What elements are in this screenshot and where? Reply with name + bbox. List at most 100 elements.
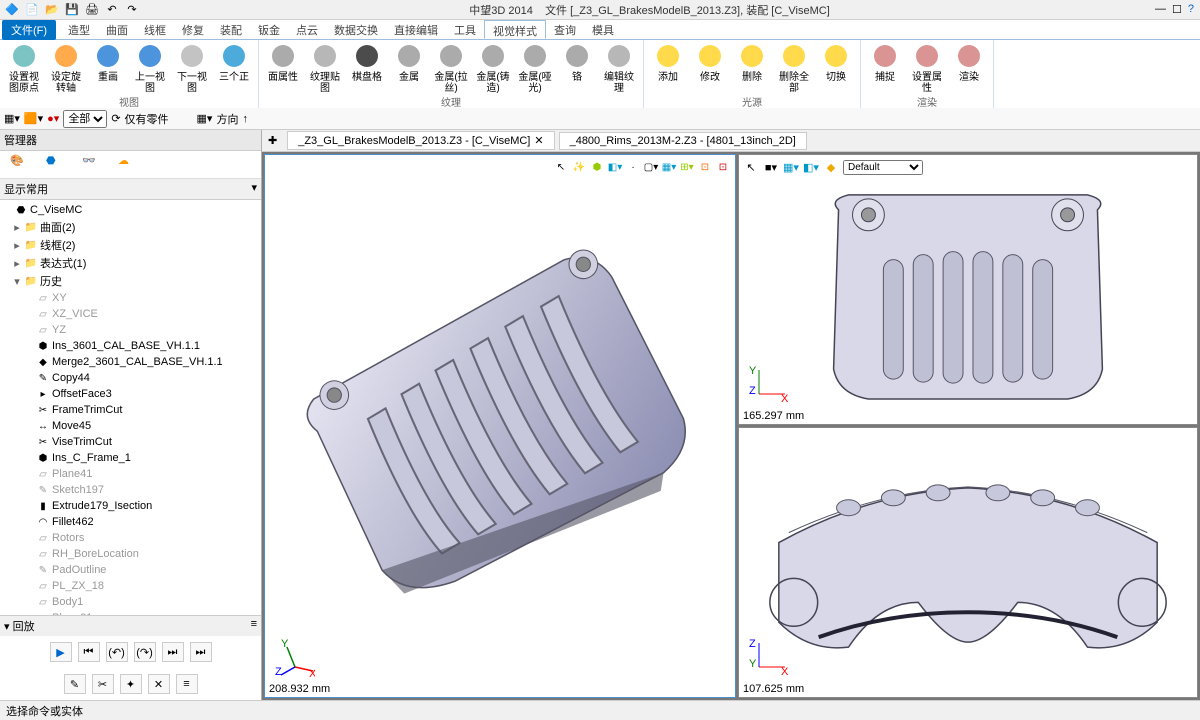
redo-icon[interactable]: ↷ [124, 2, 140, 18]
maximize-icon[interactable]: ☐ [1172, 3, 1182, 16]
ribbon-金属(哑光)[interactable]: 金属(哑光) [517, 42, 553, 94]
ribbon-金属[interactable]: 金属 [391, 42, 427, 83]
tab-12[interactable]: 模具 [584, 20, 622, 39]
tool2-button[interactable]: ✂ [92, 674, 114, 694]
tab-5[interactable]: 钣金 [250, 20, 288, 39]
vt2-plane-icon[interactable]: ◧▾ [803, 159, 819, 175]
vt-grid-icon[interactable]: ⊞▾ [679, 159, 695, 175]
print-icon[interactable]: 🖨 [84, 2, 100, 18]
refresh-icon[interactable]: ⟳ [111, 112, 120, 125]
new-tab-button[interactable]: ✚ [262, 134, 283, 147]
grid-icon[interactable]: ▦▾ [197, 112, 213, 125]
tree-node[interactable]: ▱Plane41 [0, 466, 261, 482]
tree-node[interactable]: ⬢Ins_3601_CAL_BASE_VH.1.1 [0, 338, 261, 354]
tab-2[interactable]: 线框 [136, 20, 174, 39]
ribbon-金属(拉丝)[interactable]: 金属(拉丝) [433, 42, 469, 94]
tree-node[interactable]: ▱Body1 [0, 594, 261, 610]
glasses-icon[interactable]: 👓 [82, 154, 104, 176]
point-icon[interactable]: ●▾ [47, 112, 59, 125]
tree-node[interactable]: ▸📁表达式(1) [0, 254, 261, 272]
ribbon-渲染[interactable]: 渲染 [951, 42, 987, 83]
ribbon-下一视图[interactable]: 下一视图 [174, 42, 210, 94]
layer-select[interactable]: Default [843, 160, 923, 175]
cloud-icon[interactable]: ☁ [118, 154, 140, 176]
ribbon-切换[interactable]: 切换 [818, 42, 854, 83]
ribbon-金属(铸造)[interactable]: 金属(铸造) [475, 42, 511, 94]
ribbon-设置视图原点[interactable]: 设置视图原点 [6, 42, 42, 94]
ribbon-捕捉[interactable]: 捕捉 [867, 42, 903, 83]
tree-node[interactable]: ◆Merge2_3601_CAL_BASE_VH.1.1 [0, 354, 261, 370]
tab-8[interactable]: 直接编辑 [386, 20, 446, 39]
top-right-viewport[interactable]: ↖ ■▾ ▦▾ ◧▾ ◆ Default [738, 154, 1198, 425]
play-button[interactable]: ▶ [50, 642, 72, 662]
tab-4[interactable]: 装配 [212, 20, 250, 39]
ribbon-三个正[interactable]: 三个正 [216, 42, 252, 83]
tree-node[interactable]: ▸📁曲面(2) [0, 218, 261, 236]
tree-node[interactable]: ▸OffsetFace3 [0, 386, 261, 402]
vt-cube-icon[interactable]: ⬢ [589, 159, 605, 175]
dropdown-icon[interactable]: ▾ [251, 181, 257, 197]
ribbon-上一视图[interactable]: 上一视图 [132, 42, 168, 94]
vt-section-icon[interactable]: ⊡ [697, 159, 713, 175]
tab-7[interactable]: 数据交换 [326, 20, 386, 39]
vt2-blue-icon[interactable]: ▦▾ [783, 159, 799, 175]
save-icon[interactable]: 💾 [64, 2, 80, 18]
display-filter[interactable]: 显示常用▾ [0, 179, 261, 200]
tree-node[interactable]: ▮Extrude179_Isection [0, 498, 261, 514]
tree-node[interactable]: ✎PadOutline [0, 562, 261, 578]
tree-node[interactable]: ▸📁线框(2) [0, 236, 261, 254]
tree-node[interactable]: ⬢Ins_C_Frame_1 [0, 450, 261, 466]
ribbon-修改[interactable]: 修改 [692, 42, 728, 83]
tree-node[interactable]: ✂FrameTrimCut [0, 402, 261, 418]
tree-node[interactable]: ▱PL_ZX_18 [0, 578, 261, 594]
doc-tab[interactable]: _Z3_GL_BrakesModelB_2013.Z3 - [C_ViseMC]… [287, 131, 554, 150]
list-button[interactable]: ≡ [176, 674, 198, 694]
ribbon-面属性[interactable]: 面属性 [265, 42, 301, 83]
tree-node[interactable]: ▱Rotors [0, 530, 261, 546]
tab-6[interactable]: 点云 [288, 20, 326, 39]
forward-button[interactable]: (↷) [134, 642, 156, 662]
tab-11[interactable]: 查询 [546, 20, 584, 39]
tab-9[interactable]: 工具 [446, 20, 484, 39]
file-tab[interactable]: 文件(F) [2, 20, 56, 40]
collapse-icon[interactable]: ≡ [251, 618, 257, 634]
ribbon-纹理贴图[interactable]: 纹理贴图 [307, 42, 343, 94]
ribbon-设定旋转轴[interactable]: 设定旋转轴 [48, 42, 84, 94]
bottom-right-viewport[interactable]: XZY 107.625 mm [738, 427, 1198, 698]
undo-icon[interactable]: ↶ [104, 2, 120, 18]
layer-icon[interactable]: ◆ [823, 159, 839, 175]
tree-node[interactable]: ↔Move45 [0, 418, 261, 434]
tab-0[interactable]: 造型 [60, 20, 98, 39]
end-button[interactable]: ⏭ [190, 642, 212, 662]
ribbon-棋盘格[interactable]: 棋盘格 [349, 42, 385, 83]
tree-node[interactable]: ⬣C_ViseMC [0, 202, 261, 218]
rewind-button[interactable]: (↶) [106, 642, 128, 662]
tree-node[interactable]: ▱XY [0, 290, 261, 306]
ribbon-设置属性[interactable]: 设置属性 [909, 42, 945, 94]
step-fwd-button[interactable]: ⏭ [162, 642, 184, 662]
tree-node[interactable]: ✎Sketch197 [0, 482, 261, 498]
vt-wand-icon[interactable]: ✨ [571, 159, 587, 175]
tab-10[interactable]: 视觉样式 [484, 20, 546, 39]
main-viewport[interactable]: ↖ ✨ ⬢ ◧▾ · ▢▾ ▦▾ ⊞▾ ⊡ ⊡ [264, 154, 736, 698]
tree-node[interactable]: ▱RH_BoreLocation [0, 546, 261, 562]
tree-node[interactable]: ✎Copy44 [0, 370, 261, 386]
help-icon[interactable]: ? [1188, 3, 1194, 16]
vt-shade-icon[interactable]: ▦▾ [661, 159, 677, 175]
tool1-button[interactable]: ✎ [64, 674, 86, 694]
ribbon-编辑纹理[interactable]: 编辑纹理 [601, 42, 637, 94]
ribbon-重画[interactable]: 重画 [90, 42, 126, 83]
vt-select-icon[interactable]: ↖ [553, 159, 569, 175]
tab-3[interactable]: 修复 [174, 20, 212, 39]
color-icon[interactable]: 🟧▾ [24, 112, 43, 125]
close-tab-icon[interactable]: ✕ [534, 134, 543, 147]
filter-icon[interactable]: ▦▾ [4, 112, 20, 125]
tree-node[interactable]: ▾📁历史 [0, 272, 261, 290]
dir-up-icon[interactable]: ↑ [242, 113, 248, 125]
tab-1[interactable]: 曲面 [98, 20, 136, 39]
filter-select[interactable]: 全部 [63, 110, 107, 128]
tool3-button[interactable]: ✦ [120, 674, 142, 694]
vt2-arrow-icon[interactable]: ↖ [743, 159, 759, 175]
doc-tab[interactable]: _4800_Rims_2013M-2.Z3 - [4801_13inch_2D] [559, 132, 807, 150]
open-icon[interactable]: 📂 [44, 2, 60, 18]
